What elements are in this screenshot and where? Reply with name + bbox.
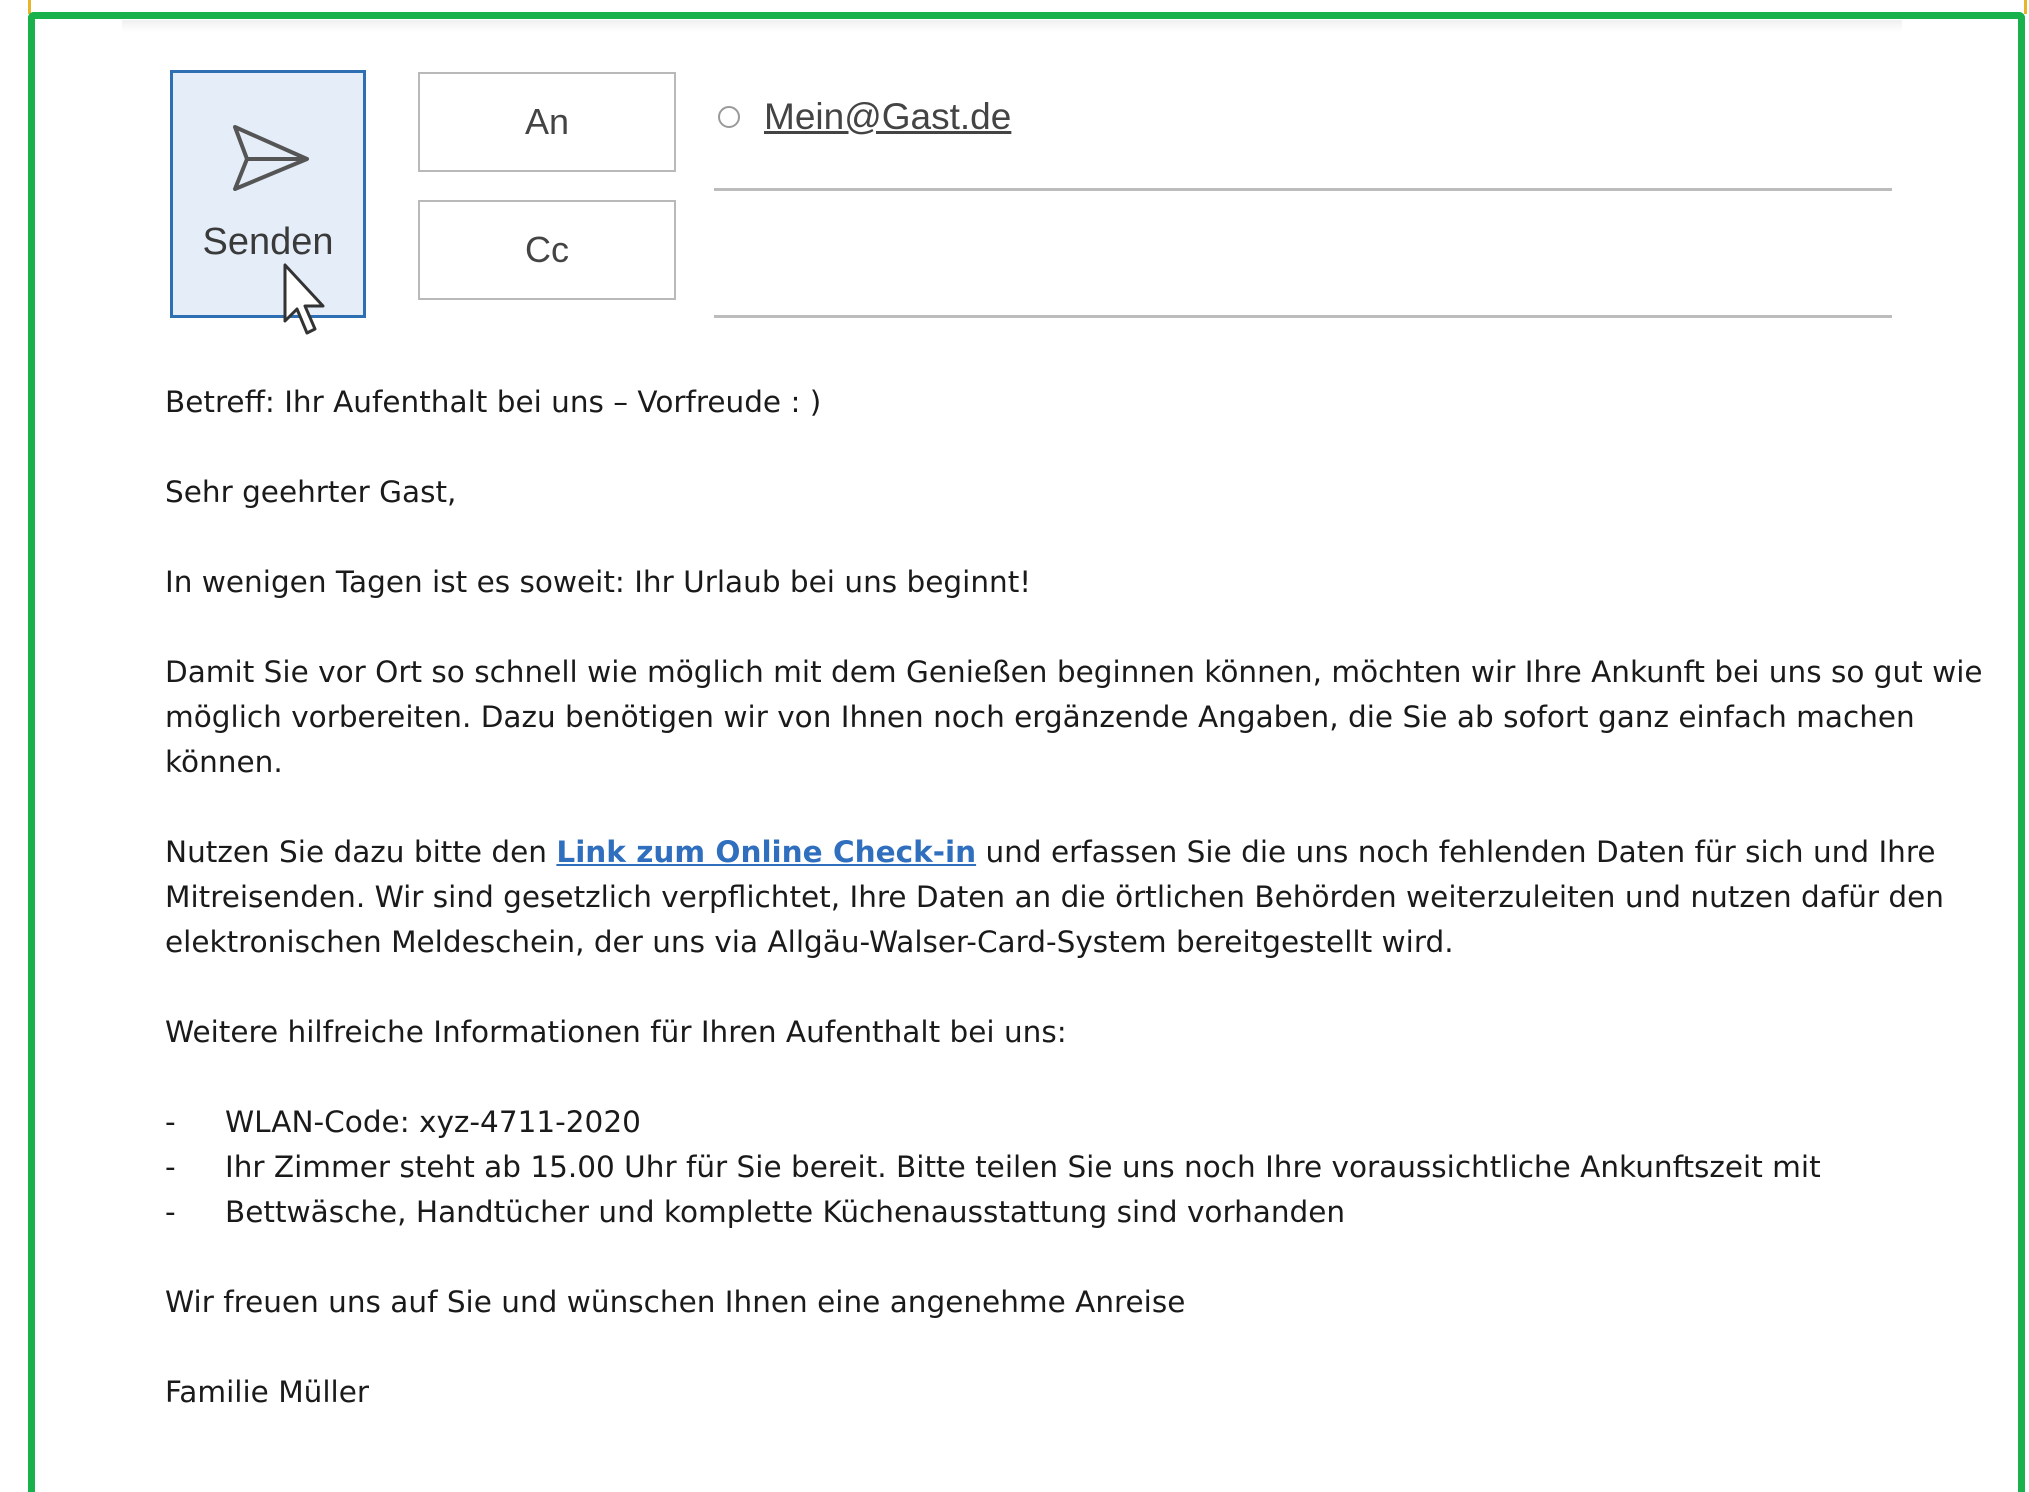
list-marker: - bbox=[165, 1150, 176, 1184]
list-marker: - bbox=[165, 1105, 176, 1139]
list-item-text: Ihr Zimmer steht ab 15.00 Uhr für Sie be… bbox=[225, 1150, 1821, 1184]
list-item: - Bettwäsche, Handtücher und komplette K… bbox=[165, 1190, 1985, 1235]
list-marker: - bbox=[165, 1195, 176, 1229]
list-item-text: WLAN-Code: xyz-4711-2020 bbox=[225, 1105, 641, 1139]
frame-corner-right bbox=[2024, 0, 2027, 14]
email-subject: Betreff: Ihr Aufenthalt bei uns – Vorfre… bbox=[165, 385, 822, 419]
email-greeting: Sehr geehrter Gast, bbox=[165, 475, 457, 509]
checkin-text-before: Nutzen Sie dazu bitte den bbox=[165, 835, 557, 869]
cc-field-underline[interactable] bbox=[714, 315, 1892, 318]
presence-icon bbox=[718, 106, 740, 128]
email-paragraph-info: Weitere hilfreiche Informationen für Ihr… bbox=[165, 1015, 1067, 1049]
list-item: - Ihr Zimmer steht ab 15.00 Uhr für Sie … bbox=[165, 1145, 1985, 1190]
send-icon bbox=[233, 125, 309, 191]
cc-button[interactable]: Cc bbox=[418, 200, 676, 300]
email-paragraph-preparation: Damit Sie vor Ort so schnell wie möglich… bbox=[165, 655, 1983, 779]
info-list: - WLAN-Code: xyz-4711-2020 - Ihr Zimmer … bbox=[165, 1100, 1985, 1235]
list-item-text: Bettwäsche, Handtücher und komplette Küc… bbox=[225, 1195, 1346, 1229]
online-checkin-link[interactable]: Link zum Online Check-in bbox=[556, 835, 976, 869]
mouse-pointer-icon bbox=[283, 263, 325, 335]
email-closing: Wir freuen uns auf Sie und wünschen Ihne… bbox=[165, 1285, 1186, 1319]
send-button-label: Senden bbox=[202, 221, 334, 263]
send-button[interactable]: Senden bbox=[170, 70, 366, 335]
email-intro: In wenigen Tagen ist es soweit: Ihr Urla… bbox=[165, 565, 1032, 599]
list-item: - WLAN-Code: xyz-4711-2020 bbox=[165, 1100, 1985, 1145]
to-button[interactable]: An bbox=[418, 72, 676, 172]
recipient-chip[interactable]: Mein@Gast.de bbox=[718, 96, 1011, 138]
email-paragraph-checkin: Nutzen Sie dazu bitte den Link zum Onlin… bbox=[165, 830, 1985, 965]
header-top-strip bbox=[122, 20, 1902, 32]
email-compose-header: Senden An Cc Mein@Gast.de bbox=[122, 20, 1902, 335]
email-signature: Familie Müller bbox=[165, 1375, 370, 1409]
to-field-underline[interactable] bbox=[714, 188, 1892, 191]
recipient-address: Mein@Gast.de bbox=[764, 96, 1012, 137]
